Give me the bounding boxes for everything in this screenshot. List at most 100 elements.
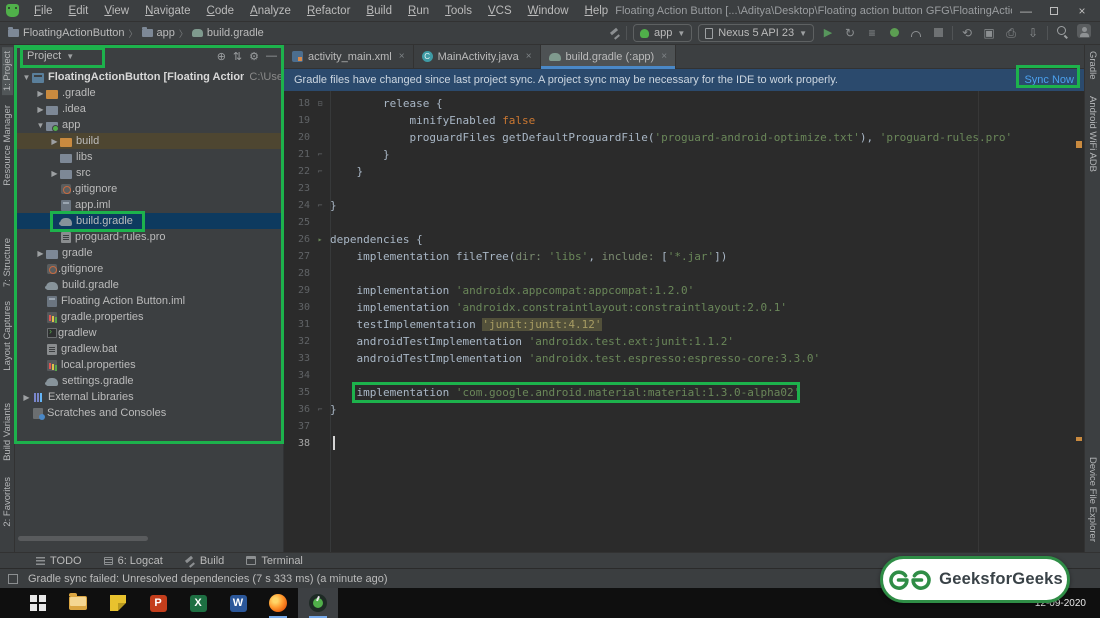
tree-item-app-iml[interactable]: app.iml	[15, 197, 283, 213]
stripe-item-1-project[interactable]: 1: Project	[2, 47, 13, 95]
hide-panel-icon[interactable]: —	[266, 50, 277, 62]
locate-file-icon[interactable]: ⊕	[217, 50, 226, 63]
tab-activity-main-xml[interactable]: activity_main.xml×	[284, 45, 414, 68]
code-line-28[interactable]: 28	[284, 265, 1084, 282]
menu-refactor[interactable]: Refactor	[300, 3, 357, 19]
tab-mainactivity-java[interactable]: CMainActivity.java×	[414, 45, 541, 68]
toolwindow-quick-access-icon[interactable]	[8, 574, 18, 584]
tree-expand-icon[interactable]: ▶	[35, 105, 46, 114]
profiler-icon[interactable]	[908, 25, 924, 41]
toolwindow-6-logcat[interactable]: 6: Logcat	[104, 555, 163, 567]
code-line-38[interactable]: 38	[284, 435, 1084, 452]
toolwindow-todo[interactable]: TODO	[36, 555, 82, 567]
tab-build-gradle-app-[interactable]: build.gradle (:app)×	[541, 45, 677, 68]
stripe-item-build-variants[interactable]: Build Variants	[2, 399, 13, 465]
stripe-item-gradle[interactable]: Gradle	[1087, 47, 1098, 84]
stripe-item-2-favorites[interactable]: 2: Favorites	[2, 473, 13, 531]
apply-changes-icon[interactable]: ↻	[842, 25, 858, 41]
code-line-29[interactable]: 29 implementation 'androidx.appcompat:ap…	[284, 282, 1084, 299]
sync-project-icon[interactable]: ⟲	[959, 25, 975, 41]
code-editor[interactable]: 18⊟ release {19 minifyEnabled false20 pr…	[284, 91, 1084, 552]
menu-build[interactable]: Build	[359, 3, 399, 19]
tree-item-build[interactable]: ▶build	[15, 133, 283, 149]
menu-view[interactable]: View	[97, 3, 136, 19]
tree-expand-icon[interactable]: ▼	[21, 73, 32, 82]
code-line-21[interactable]: 21⌐ }	[284, 146, 1084, 163]
menu-window[interactable]: Window	[521, 3, 576, 19]
code-line-18[interactable]: 18⊟ release {	[284, 95, 1084, 112]
tree-item-floatingactionbutton-floating-action-button-[interactable]: ▼FloatingActionButton [Floating Action B…	[15, 69, 283, 85]
terminal-window-icon[interactable]: ▣	[981, 25, 997, 41]
tree-expand-icon[interactable]: ▶	[49, 137, 60, 146]
tree-expand-icon[interactable]: ▶	[21, 393, 32, 402]
code-line-27[interactable]: 27 implementation fileTree(dir: 'libs', …	[284, 248, 1084, 265]
coverage-icon[interactable]: ≡	[864, 25, 880, 41]
breadcrumb-item[interactable]: FloatingActionButton	[8, 27, 125, 39]
collapse-all-icon[interactable]: ⇅	[233, 50, 242, 63]
menu-help[interactable]: Help	[578, 3, 616, 19]
tree-item-floating-action-button-iml[interactable]: Floating Action Button.iml	[15, 293, 283, 309]
menu-vcs[interactable]: VCS	[481, 3, 519, 19]
tree-item-scratches-and-consoles[interactable]: Scratches and Consoles	[15, 405, 283, 421]
code-line-30[interactable]: 30 implementation 'androidx.constraintla…	[284, 299, 1084, 316]
code-line-34[interactable]: 34	[284, 367, 1084, 384]
tab-close-icon[interactable]: ×	[661, 51, 667, 62]
tree-item-settings-gradle[interactable]: settings.gradle	[15, 373, 283, 389]
menu-analyze[interactable]: Analyze	[243, 3, 298, 19]
search-everywhere-icon[interactable]	[1054, 25, 1070, 41]
taskbar-word[interactable]: W	[218, 588, 258, 618]
code-line-26[interactable]: 26▸dependencies {	[284, 231, 1084, 248]
settings-gear-icon[interactable]: ⚙	[249, 50, 259, 63]
tree-item-external-libraries[interactable]: ▶External Libraries	[15, 389, 283, 405]
tree-item-libs[interactable]: libs	[15, 149, 283, 165]
tab-close-icon[interactable]: ×	[526, 51, 532, 62]
tree-item-src[interactable]: ▶src	[15, 165, 283, 181]
stripe-item-device-file-explorer[interactable]: Device File Explorer	[1087, 453, 1098, 546]
project-horizontal-scrollbar[interactable]	[18, 536, 148, 541]
toolwindow-terminal[interactable]: Terminal	[246, 555, 303, 567]
debug-icon[interactable]	[886, 25, 902, 41]
code-line-37[interactable]: 37	[284, 418, 1084, 435]
minimize-button[interactable]: —	[1012, 2, 1040, 20]
tree-item-local-properties[interactable]: local.properties	[15, 357, 283, 373]
stripe-item-layout-captures[interactable]: Layout Captures	[2, 297, 13, 375]
tree-item-gradlew[interactable]: gradlew	[15, 325, 283, 341]
sdk-manager-icon[interactable]: ⇩	[1025, 25, 1041, 41]
code-line-36[interactable]: 36⌐}	[284, 401, 1084, 418]
stop-icon[interactable]	[930, 25, 946, 41]
profile-avatar-icon[interactable]	[1076, 24, 1092, 42]
toolwindow-build[interactable]: Build	[185, 555, 224, 567]
breadcrumb-item[interactable]: app	[142, 27, 175, 39]
tree-item--idea[interactable]: ▶.idea	[15, 101, 283, 117]
taskbar-file-explorer[interactable]	[58, 588, 98, 618]
stripe-item-resource-manager[interactable]: Resource Manager	[2, 101, 13, 190]
taskbar-firefox[interactable]	[258, 588, 298, 618]
device-manager-icon[interactable]: ⎙	[1003, 25, 1019, 41]
build-hammer-icon[interactable]	[610, 28, 620, 38]
menu-run[interactable]: Run	[401, 3, 436, 19]
run-icon[interactable]: ▶	[820, 25, 836, 41]
tree-item-build-gradle[interactable]: build.gradle	[15, 213, 283, 229]
menu-tools[interactable]: Tools	[438, 3, 479, 19]
tree-item--gitignore[interactable]: .gitignore	[15, 181, 283, 197]
taskbar-start-button[interactable]	[18, 588, 58, 618]
tree-expand-icon[interactable]: ▶	[49, 169, 60, 178]
menu-navigate[interactable]: Navigate	[138, 3, 197, 19]
code-line-20[interactable]: 20 proguardFiles getDefaultProguardFile(…	[284, 129, 1084, 146]
tree-item-gradlew-bat[interactable]: gradlew.bat	[15, 341, 283, 357]
tree-item-gradle-properties[interactable]: gradle.properties	[15, 309, 283, 325]
taskbar-excel[interactable]: X	[178, 588, 218, 618]
taskbar-android-studio[interactable]	[298, 588, 338, 618]
breadcrumb-item[interactable]: build.gradle	[192, 27, 264, 39]
code-line-19[interactable]: 19 minifyEnabled false	[284, 112, 1084, 129]
device-select[interactable]: Nexus 5 API 23 ▼	[698, 24, 814, 42]
taskbar-powerpoint[interactable]: P	[138, 588, 178, 618]
tree-expand-icon[interactable]: ▶	[35, 249, 46, 258]
stripe-item-7-structure[interactable]: 7: Structure	[2, 234, 13, 291]
run-configuration-select[interactable]: app ▼	[633, 24, 692, 42]
tab-close-icon[interactable]: ×	[399, 51, 405, 62]
code-line-33[interactable]: 33 androidTestImplementation 'androidx.t…	[284, 350, 1084, 367]
project-view-selector[interactable]: Project	[21, 50, 61, 62]
tree-expand-icon[interactable]: ▶	[35, 89, 46, 98]
code-line-24[interactable]: 24⌐}	[284, 197, 1084, 214]
